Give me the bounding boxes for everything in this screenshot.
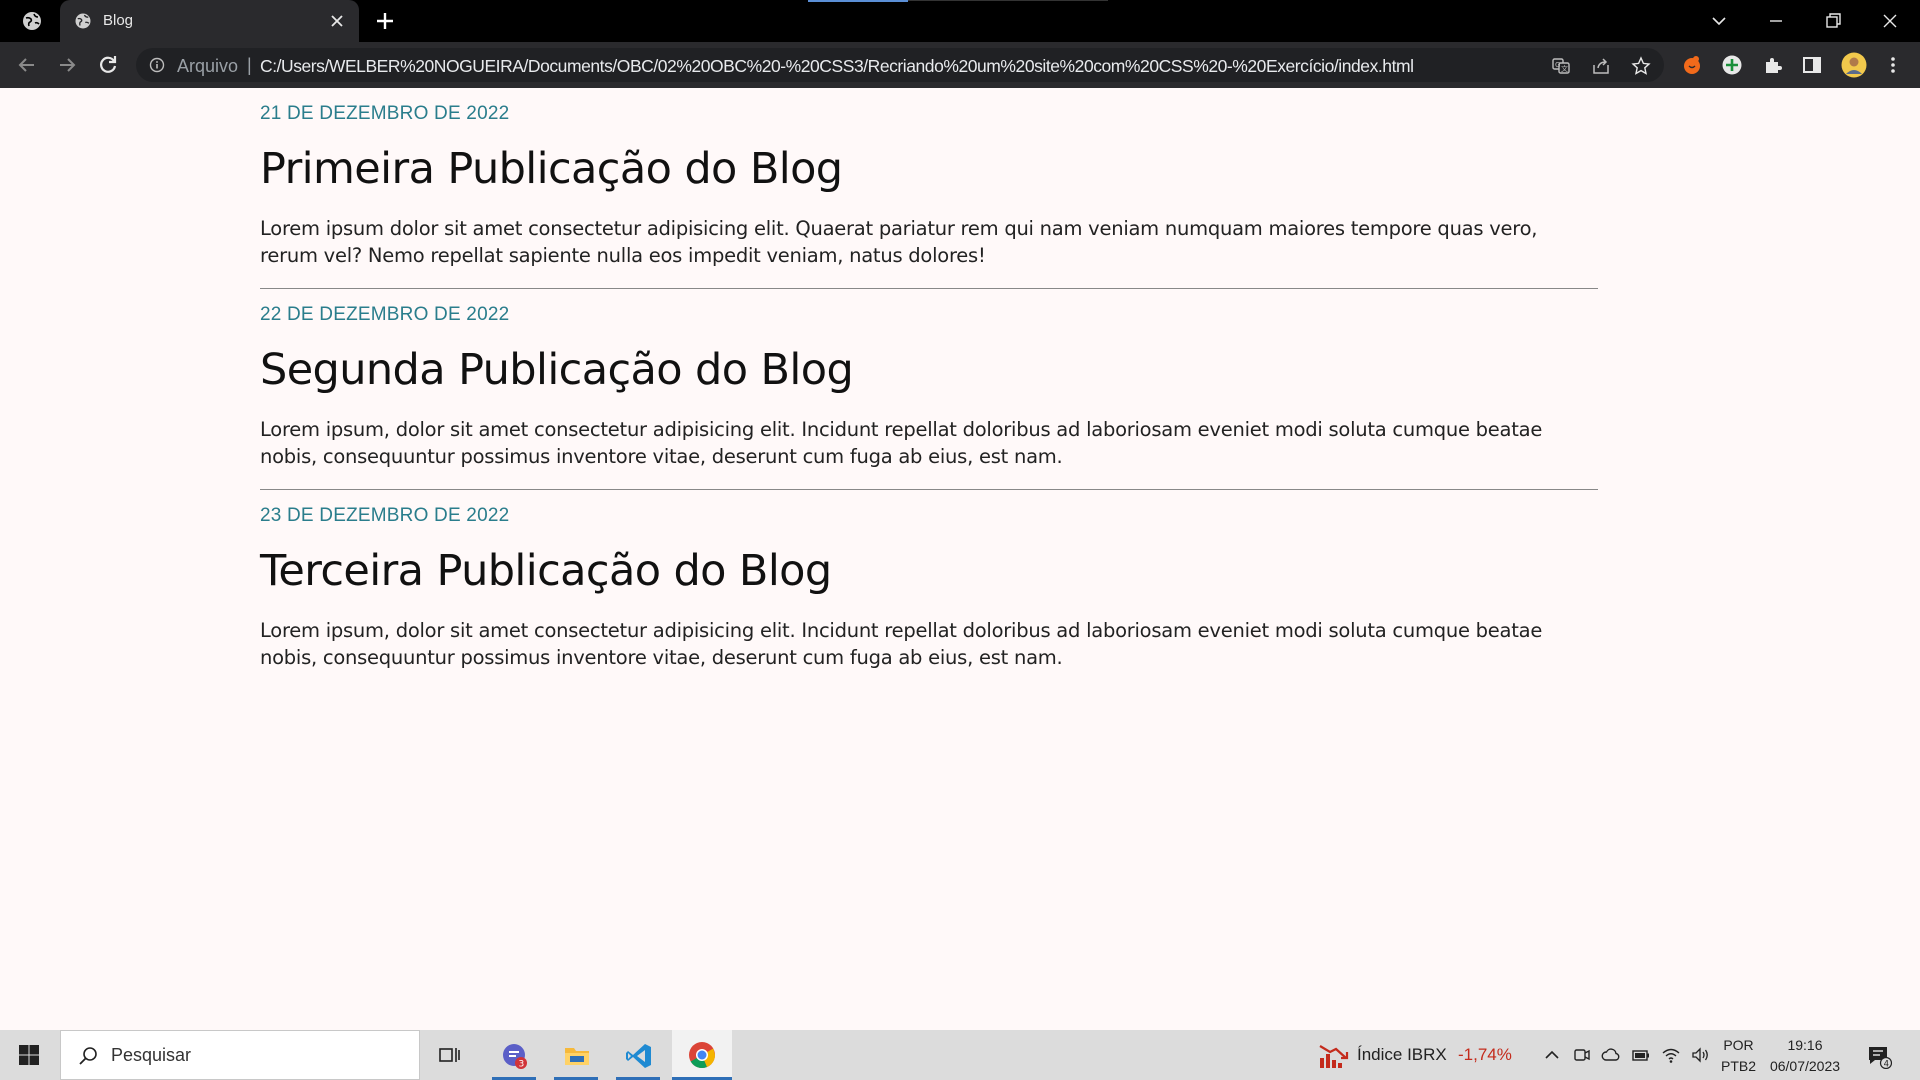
share-icon[interactable] [1591,56,1611,76]
input-language-indicator[interactable]: POR PTB2 [1721,1035,1756,1077]
page-viewport: 21 DE DEZEMBRO DE 2022 Primeira Publicaç… [0,88,1920,1030]
chrome-icon [689,1042,715,1069]
keyboard-layout: PTB2 [1721,1058,1757,1074]
file-explorer-button[interactable] [550,1030,602,1080]
folder-icon [565,1048,589,1065]
tab-title: Blog [103,12,134,29]
svg-text:文: 文 [1561,64,1568,73]
stock-index-change[interactable]: -1,74% [1458,1045,1512,1065]
post-date: 22 DE DEZEMBRO DE 2022 [260,304,510,325]
post-body: Lorem ipsum, dolor sit amet consectetur … [260,619,1543,669]
vscode-icon [626,1044,651,1068]
wifi-icon[interactable] [1661,1045,1681,1065]
chevron-up-icon[interactable] [1542,1045,1562,1065]
tab-list-chevron-down-icon[interactable] [1706,8,1732,34]
translate-icon[interactable]: G 文 [1551,56,1571,76]
post-title: Primeira Publicação do Blog [260,144,843,194]
post-list: 21 DE DEZEMBRO DE 2022 Primeira Publicaç… [260,88,1598,691]
address-separator: | [247,55,252,75]
browser-toolbar: Arquivo | C:/Users/WELBER%20NOGUEIRA/Doc… [0,42,1920,88]
reload-icon[interactable] [96,53,120,77]
battery-icon[interactable] [1631,1045,1651,1065]
back-arrow-icon[interactable] [15,53,39,77]
search-placeholder: Pesquisar [111,1045,192,1065]
clock-date: 06/07/2023 [1769,1058,1841,1074]
chrome-button[interactable] [672,1030,732,1080]
green-plus-extension-icon[interactable] [1721,54,1743,76]
restore-window-icon[interactable] [1820,8,1846,34]
stock-down-chart-icon[interactable] [1318,1040,1350,1070]
chat-app-icon: 3 [503,1044,527,1070]
blog-post: 23 DE DEZEMBRO DE 2022 Terceira Publicaç… [260,490,1598,691]
tab-blog[interactable]: Blog [60,0,359,42]
minimize-window-icon[interactable] [1763,8,1789,34]
blog-post: 22 DE DEZEMBRO DE 2022 Segunda Publicaçã… [260,289,1598,490]
post-title: Segunda Publicação do Blog [260,345,854,395]
forward-arrow-icon[interactable] [55,53,79,77]
tab-strip-highlight [808,0,908,2]
profile-avatar[interactable] [1841,52,1867,78]
new-tab-plus-icon[interactable] [374,10,396,32]
windows-start-icon[interactable] [18,1044,40,1066]
side-panel-icon[interactable] [1801,54,1823,76]
post-date: 21 DE DEZEMBRO DE 2022 [260,103,510,124]
meet-now-icon[interactable] [1572,1045,1592,1065]
tab-strip-highlight-dim [908,0,1108,1]
address-url[interactable]: C:/Users/WELBER%20NOGUEIRA/Documents/OBC… [260,56,1414,77]
taskbar-search-box[interactable]: Pesquisar [60,1030,420,1080]
task-view-icon [439,1048,460,1062]
more-vertical-icon[interactable] [1882,54,1904,76]
globe-favicon-icon [75,13,91,29]
onedrive-cloud-icon[interactable] [1601,1045,1621,1065]
svg-text:G: G [1555,61,1560,69]
volume-icon[interactable] [1690,1045,1710,1065]
info-icon[interactable] [149,57,165,73]
search-icon [79,1047,97,1065]
chat-app-button[interactable]: 3 [488,1030,540,1080]
tab-close-icon[interactable] [327,11,347,31]
close-window-icon[interactable] [1877,8,1903,34]
tab-strip: Blog [0,0,1920,42]
post-body: Lorem ipsum dolor sit amet consectetur a… [260,217,1538,267]
bookmark-star-icon[interactable] [1631,56,1651,76]
language-code: POR [1723,1037,1754,1053]
post-date: 23 DE DEZEMBRO DE 2022 [260,505,510,526]
tab-search-globe-icon[interactable] [20,9,44,33]
post-title: Terceira Publicação do Blog [260,546,832,596]
taskbar: Pesquisar 3 Índice IBRX -1,74% POR PTB2 … [0,1030,1920,1080]
address-bar[interactable]: Arquivo | C:/Users/WELBER%20NOGUEIRA/Doc… [136,48,1664,82]
chat-badge-count: 3 [519,1060,525,1070]
stock-index-name[interactable]: Índice IBRX [1357,1045,1447,1065]
notification-badge-count: 4 [1884,1059,1889,1069]
post-body: Lorem ipsum, dolor sit amet consectetur … [260,418,1543,468]
puzzle-extensions-icon[interactable] [1762,54,1784,76]
notification-center-icon[interactable]: 4 [1866,1043,1892,1069]
blog-post: 21 DE DEZEMBRO DE 2022 Primeira Publicaç… [260,88,1598,289]
system-clock[interactable]: 19:16 06/07/2023 [1765,1035,1845,1077]
orange-extension-icon[interactable] [1681,54,1703,76]
task-view-button[interactable] [424,1030,476,1080]
scheme-label: Arquivo [177,56,239,76]
clock-time: 19:16 [1787,1037,1823,1053]
vscode-button[interactable] [612,1030,664,1080]
